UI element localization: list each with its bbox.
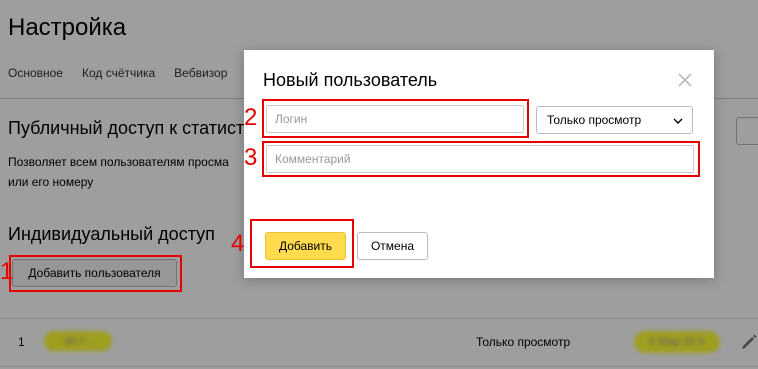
annotation-box-4 — [250, 219, 354, 268]
annotation-box-3 — [262, 141, 700, 177]
role-select[interactable]: Только просмотр — [536, 106, 693, 134]
annotation-label-2: 2 — [244, 104, 258, 131]
annotation-box-1 — [9, 255, 182, 292]
cancel-button[interactable]: Отмена — [357, 232, 428, 260]
annotation-label-1: 1 — [0, 258, 14, 285]
role-select-value: Только просмотр — [547, 113, 642, 127]
annotation-label-4: 4 — [231, 230, 245, 257]
annotation-label-3: 3 — [244, 144, 258, 171]
dialog-title: Новый пользователь — [263, 70, 438, 90]
annotation-box-2 — [262, 99, 529, 138]
close-icon[interactable] — [676, 71, 694, 89]
chevron-down-icon — [673, 118, 683, 124]
